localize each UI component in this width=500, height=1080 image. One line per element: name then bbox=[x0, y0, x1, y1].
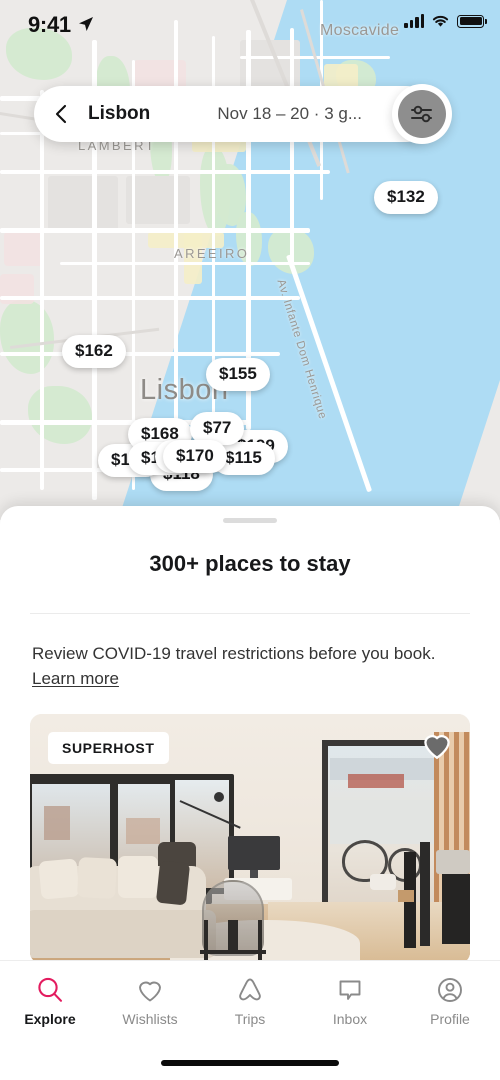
map-block bbox=[126, 176, 190, 224]
results-count-title: 300+ places to stay bbox=[149, 551, 351, 576]
map-road bbox=[40, 90, 44, 490]
airbnb-belo-icon bbox=[239, 978, 261, 1001]
superhost-badge: SUPERHOST bbox=[48, 732, 169, 764]
search-dates-guests-text[interactable]: Nov 18 – 20 · 3 g... bbox=[217, 104, 362, 124]
search-icon bbox=[38, 977, 63, 1002]
back-chevron-icon[interactable] bbox=[52, 104, 72, 124]
covid-notice: Review COVID-19 travel restrictions befo… bbox=[32, 642, 468, 691]
map-canvas[interactable]: LAMBERT AREEIRO Moscavide Lisbon Av. Inf… bbox=[0, 0, 500, 520]
message-bubble-icon bbox=[339, 980, 361, 1000]
map-label-moscavide: Moscavide bbox=[320, 22, 400, 39]
map-park bbox=[28, 386, 92, 444]
map-block bbox=[48, 176, 118, 232]
tab-wishlists[interactable]: Wishlists bbox=[100, 975, 200, 1027]
map-road bbox=[0, 296, 300, 300]
search-bar[interactable]: Lisbon Nov 18 – 20 · 3 g... bbox=[34, 84, 452, 144]
map-block bbox=[4, 232, 44, 266]
filter-avatar-circle[interactable] bbox=[398, 90, 446, 138]
filter-button[interactable] bbox=[392, 84, 452, 144]
filter-sliders-icon bbox=[411, 105, 432, 123]
tab-explore-label: Explore bbox=[24, 1011, 76, 1027]
tab-inbox[interactable]: Inbox bbox=[300, 975, 400, 1027]
map-label-areeiro: AREEIRO bbox=[174, 246, 250, 261]
tab-profile-label: Profile bbox=[430, 1011, 470, 1027]
home-indicator bbox=[161, 1060, 339, 1066]
sheet-drag-handle[interactable] bbox=[223, 518, 277, 523]
map-road bbox=[60, 262, 310, 265]
app-screen: LAMBERT AREEIRO Moscavide Lisbon Av. Inf… bbox=[0, 0, 500, 1080]
map-park bbox=[0, 300, 54, 374]
map-price-pin[interactable]: $155 bbox=[206, 358, 270, 391]
covid-learn-more-link[interactable]: Learn more bbox=[32, 669, 119, 688]
map-road bbox=[0, 228, 310, 233]
heart-outline-icon bbox=[139, 981, 161, 1002]
search-location-text[interactable]: Lisbon bbox=[88, 103, 150, 125]
person-circle-icon bbox=[438, 978, 462, 1002]
listing-card[interactable]: SUPERHOST bbox=[30, 714, 470, 964]
map-price-pin[interactable]: $170 bbox=[163, 440, 227, 473]
tab-inbox-label: Inbox bbox=[332, 1011, 368, 1027]
map-road bbox=[0, 170, 330, 174]
covid-notice-text: Review COVID-19 travel restrictions befo… bbox=[32, 644, 436, 663]
map-road bbox=[290, 28, 294, 268]
tab-wishlists-label: Wishlists bbox=[122, 1011, 178, 1027]
heart-filled-icon[interactable] bbox=[420, 728, 454, 762]
sheet-divider bbox=[30, 613, 470, 614]
map-price-pin[interactable]: $162 bbox=[62, 335, 126, 368]
tab-trips[interactable]: Trips bbox=[200, 975, 300, 1027]
tab-explore[interactable]: Explore bbox=[0, 975, 100, 1027]
bottom-tab-bar[interactable]: Explore Wishlists Trips Inbox Profile bbox=[0, 960, 500, 1080]
tab-trips-label: Trips bbox=[234, 1011, 266, 1027]
map-price-pin[interactable]: $132 bbox=[374, 181, 438, 214]
tab-profile[interactable]: Profile bbox=[400, 975, 500, 1027]
map-park bbox=[6, 28, 72, 80]
